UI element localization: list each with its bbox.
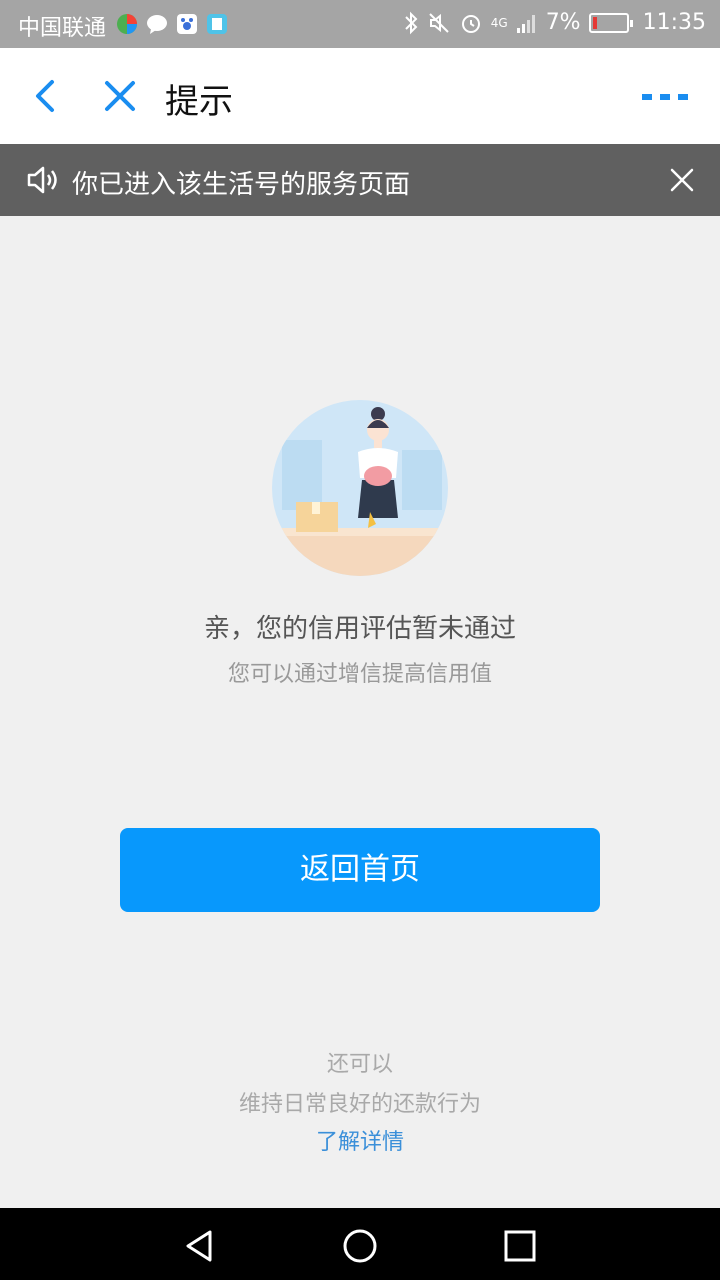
close-icon[interactable] [100, 76, 140, 116]
result-sub-message: 您可以通过增信提高信用值 [227, 662, 492, 687]
alarm-icon [461, 14, 480, 33]
speaker-icon [27, 166, 57, 194]
footer-hint-text: 维持日常良好的还款行为 [238, 1092, 481, 1117]
notice-close-icon[interactable] [668, 166, 696, 194]
nav-back-icon[interactable] [182, 1228, 218, 1264]
nav-home-icon[interactable] [342, 1228, 378, 1264]
footer-hint-title: 还可以 [326, 1052, 393, 1077]
page-title: 提示 [165, 82, 233, 122]
app-notification-icon [117, 14, 137, 34]
baidu-notification-icon [177, 14, 197, 34]
chat-notification-icon [147, 15, 167, 34]
network-type: 4G [490, 15, 508, 30]
more-options-icon[interactable] [640, 82, 690, 112]
back-icon[interactable] [26, 76, 66, 116]
result-message: 亲，您的信用评估暂未通过 [203, 614, 516, 644]
credit-illustration [272, 400, 448, 576]
system-nav-bar [0, 1208, 720, 1280]
notice-bar: 你已进入该生活号的服务页面 [0, 144, 720, 216]
nav-bar: 提示 [0, 48, 720, 144]
carrier-name: 中国联通 [18, 16, 107, 41]
status-bar: 中国联通 4G 7% 11:35 [0, 0, 720, 48]
clock: 11:35 [642, 10, 706, 35]
nav-recents-icon[interactable] [502, 1228, 538, 1264]
bluetooth-icon [405, 11, 418, 34]
return-home-button[interactable]: 返回首页 [120, 828, 600, 912]
notice-text: 你已进入该生活号的服务页面 [72, 170, 411, 200]
battery-icon [588, 12, 633, 33]
book-notification-icon [207, 14, 227, 34]
signal-icon [516, 14, 535, 33]
mute-icon [429, 12, 449, 33]
learn-more-link[interactable]: 了解详情 [0, 1124, 720, 1156]
battery-percent: 7% [545, 10, 581, 35]
